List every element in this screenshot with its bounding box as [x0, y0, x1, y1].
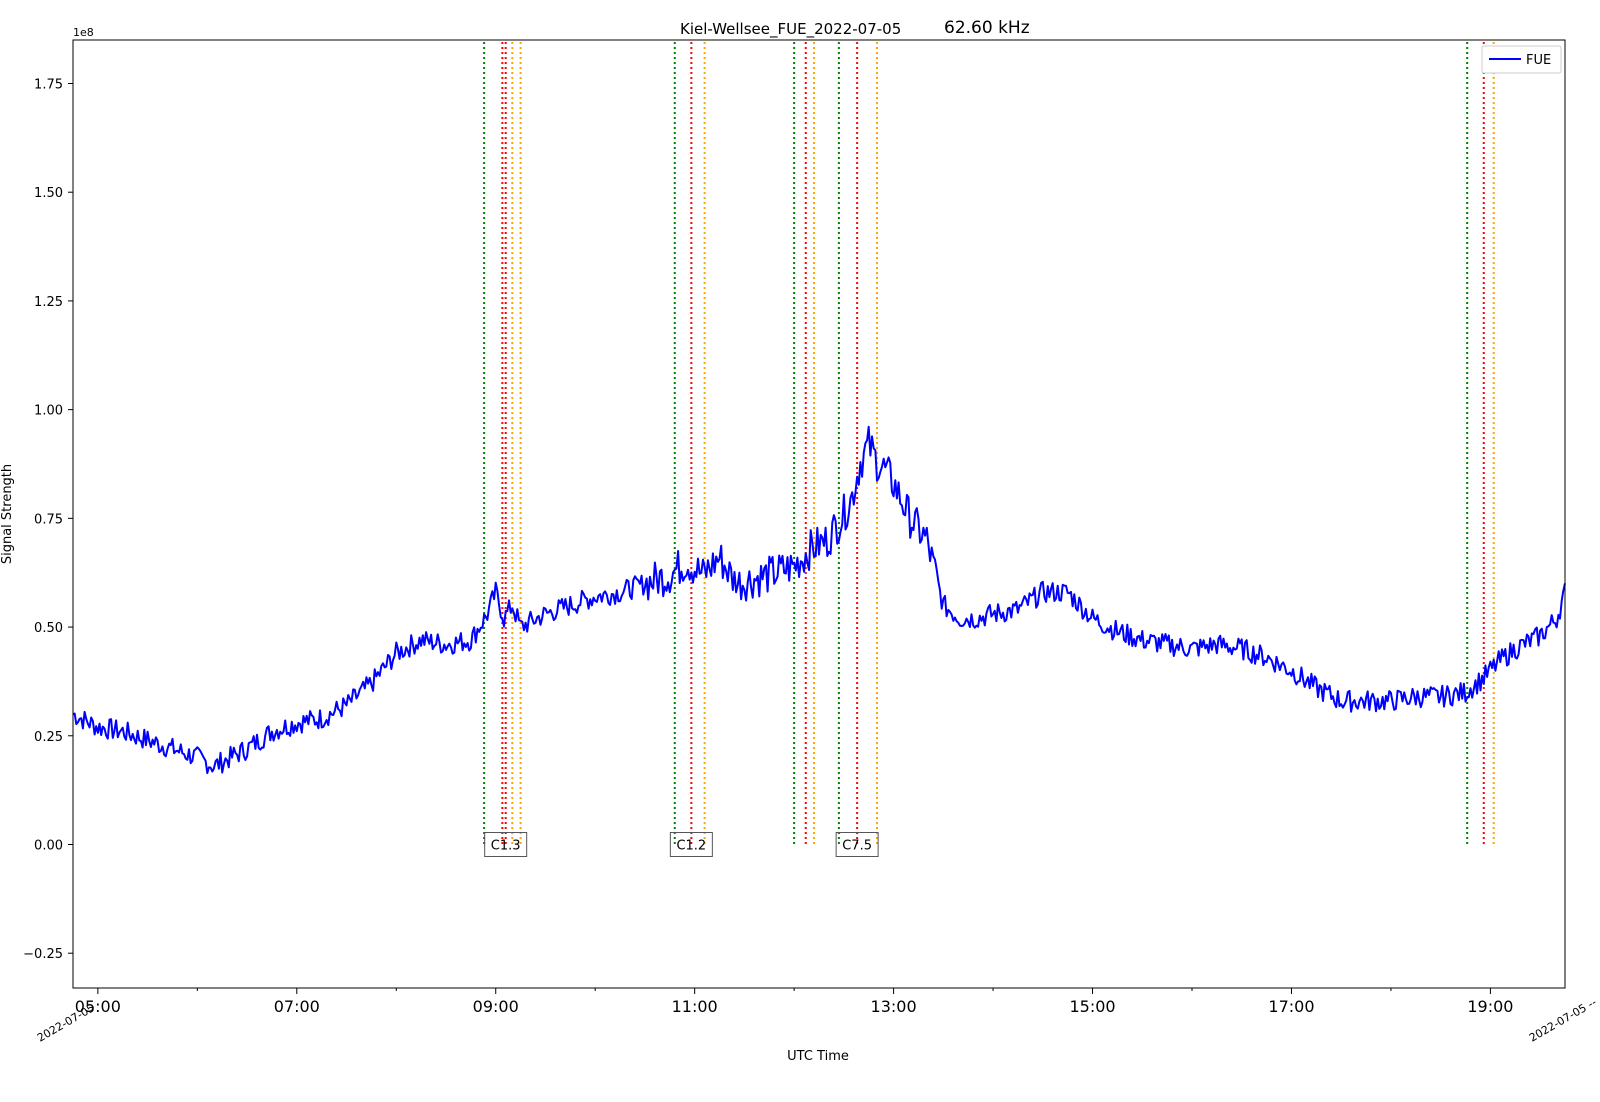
x-tick-label: 11:00	[672, 997, 718, 1016]
flare-event-lines	[483, 42, 1495, 845]
legend: FUE	[1481, 45, 1562, 74]
x-tick-label: 09:00	[473, 997, 519, 1016]
y-axis-label: Signal Strength	[0, 464, 15, 564]
x-axis-label: UTC Time	[787, 1049, 849, 1064]
y-tick-label: 1.75	[34, 77, 63, 92]
y-tick-label: 0.50	[34, 621, 63, 636]
chart-title: Kiel-Wellsee_FUE_2022-07-05	[680, 20, 901, 39]
x-tick-label: 19:00	[1467, 997, 1513, 1016]
series-line-fue	[72, 425, 1566, 775]
y-tick-label: −0.25	[23, 947, 63, 962]
y-axis: −0.25 0.00 0.25 0.50 0.75 1.00 1.25 1.50 1.75	[23, 77, 73, 962]
frequency-label: 62.60 kHz	[944, 18, 1030, 38]
flare-label: C1.3	[491, 838, 521, 853]
y-tick-label: 1.00	[34, 404, 63, 419]
y-offset-label: 1e8	[73, 26, 94, 39]
y-tick-label: 1.25	[34, 295, 63, 310]
plot-frame	[72, 39, 1566, 989]
y-tick-label: 1.50	[34, 186, 63, 201]
x-tick-label: 15:00	[1069, 997, 1115, 1016]
series-layer	[72, 425, 1566, 775]
flare-label: C7.5	[842, 838, 872, 853]
legend-label-fue: FUE	[1526, 53, 1551, 68]
x-tick-label: 13:00	[871, 997, 917, 1016]
x-corner-label-end: 2022-07-05 --	[1527, 996, 1599, 1045]
chart: Kiel-Wellsee_FUE_2022-07-05 62.60 kHz 1e…	[0, 18, 1599, 1064]
x-tick-label: 17:00	[1268, 997, 1314, 1016]
x-corner-label-start: 2022-07-05	[35, 1001, 97, 1044]
flare-event-labels: C1.3 C1.2 C7.5	[484, 831, 879, 857]
x-axis: 05:00 07:00 09:00 11:00 13:00 15:00 17:00 19:00	[75, 988, 1513, 1016]
y-tick-label: 0.75	[34, 512, 63, 527]
y-tick-label: 0.25	[34, 730, 63, 745]
y-tick-label: 0.00	[34, 838, 63, 853]
flare-label: C1.2	[676, 838, 706, 853]
x-tick-label: 07:00	[274, 997, 320, 1016]
